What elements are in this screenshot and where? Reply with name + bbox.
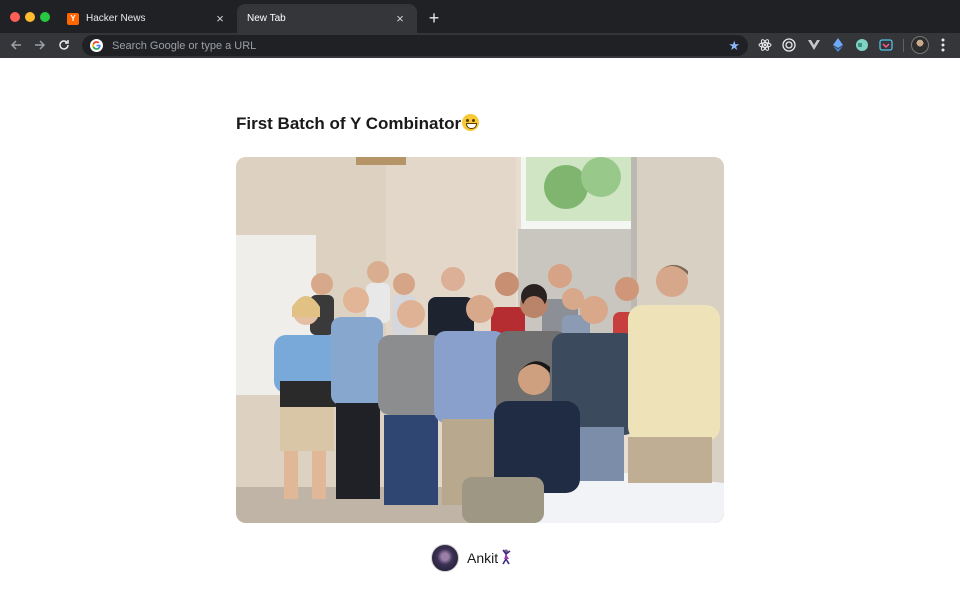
bookmark-star-icon[interactable]: ★ [728, 38, 740, 54]
group-photo [236, 157, 724, 523]
tab-title: Hacker News [86, 13, 146, 24]
hacker-news-favicon-icon: Y [67, 12, 79, 25]
window-close-button[interactable] [10, 12, 20, 22]
browser-toolbar: ★ [0, 33, 960, 58]
window-minimize-button[interactable] [25, 12, 35, 22]
more-menu-icon[interactable] [934, 36, 952, 54]
target-extension-icon[interactable] [781, 37, 797, 53]
author-name[interactable]: Ankit [467, 550, 498, 566]
new-tab-button[interactable]: + [424, 8, 444, 28]
close-tab-icon[interactable]: × [213, 11, 227, 26]
post-title-text: First Batch of Y Combinator [236, 114, 462, 133]
author-avatar[interactable] [431, 544, 459, 572]
reload-icon[interactable] [55, 36, 73, 54]
post-title: First Batch of Y Combinator [236, 114, 480, 134]
back-arrow-icon[interactable] [7, 36, 25, 54]
person-dancing-icon [500, 549, 512, 568]
tab-title: New Tab [247, 13, 286, 24]
tab-strip: Y Hacker News × New Tab × + [0, 0, 960, 33]
tab-hacker-news[interactable]: Y Hacker News × [57, 4, 237, 33]
window-maximize-button[interactable] [40, 12, 50, 22]
react-devtools-icon[interactable] [757, 37, 773, 53]
author-byline[interactable]: Ankit [431, 544, 512, 572]
page-content: First Batch of Y Combinator Ankit [0, 58, 960, 600]
forward-arrow-icon[interactable] [31, 36, 49, 54]
pocket-icon[interactable] [878, 37, 894, 53]
ethereum-icon[interactable] [830, 37, 846, 53]
profile-avatar[interactable] [911, 36, 929, 54]
close-tab-icon[interactable]: × [393, 11, 407, 26]
toolbar-divider [903, 39, 904, 52]
grinning-face-emoji-icon [462, 114, 480, 131]
globe-extension-icon[interactable] [854, 37, 870, 53]
google-icon [90, 39, 103, 52]
address-bar[interactable]: ★ [82, 35, 748, 56]
search-input[interactable] [112, 39, 729, 52]
tab-new-tab[interactable]: New Tab × [237, 4, 417, 33]
vue-devtools-icon[interactable] [806, 37, 822, 53]
